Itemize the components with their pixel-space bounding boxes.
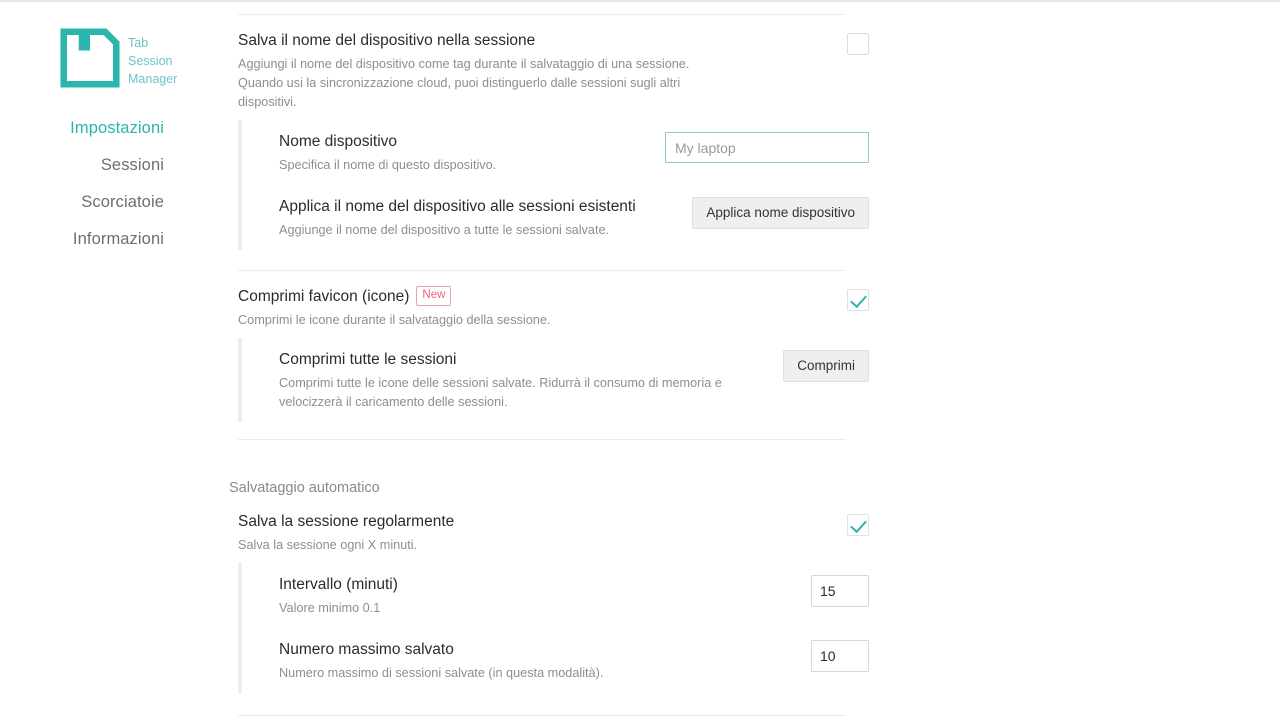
setting-description: Valore minimo 0.1 xyxy=(279,601,381,615)
settings-page: Tab Session Manager Impostazioni Session… xyxy=(0,0,1280,720)
brand-line-1: Tab xyxy=(128,36,149,50)
setting-title: Comprimi favicon (icone) New xyxy=(238,286,827,307)
brand-line-2: Session xyxy=(128,54,173,68)
checkbox-compress-favicon[interactable] xyxy=(847,289,869,311)
setting-description: Aggiunge il nome del dispositivo a tutte… xyxy=(279,223,610,237)
sidebar-item-label: Informazioni xyxy=(72,230,164,248)
setting-title-text: Applica il nome del dispositivo alle ses… xyxy=(279,198,636,215)
status-badge-new: New xyxy=(416,286,452,306)
setting-description: Salva la sessione ogni X minuti. xyxy=(238,538,418,552)
setting-row-save-device-name: Salva il nome del dispositivo nella sess… xyxy=(229,15,869,120)
setting-description: Numero massimo di sessioni salvate (in q… xyxy=(279,666,604,680)
row-texts: Salva il nome del dispositivo nella sess… xyxy=(238,31,827,112)
divider-after-favicon xyxy=(238,439,846,440)
setting-row-device-name: Nome dispositivo Specifica il nome di qu… xyxy=(238,120,869,185)
row-control xyxy=(811,575,869,607)
row-control: Applica nome dispositivo xyxy=(692,197,869,229)
sidebar: Tab Session Manager Impostazioni Session… xyxy=(0,2,200,720)
setting-title: Nome dispositivo xyxy=(279,132,645,152)
setting-row-apply-device-name: Applica il nome del dispositivo alle ses… xyxy=(238,185,869,250)
setting-title: Intervallo (minuti) xyxy=(279,575,791,595)
setting-description: Specifica il nome di questo dispositivo. xyxy=(279,158,497,172)
section-device-name: Salva il nome del dispositivo nella sess… xyxy=(229,15,869,250)
setting-title: Numero massimo salvato xyxy=(279,640,791,660)
setting-description: Comprimi tutte le icone delle sessioni s… xyxy=(279,376,722,409)
sidebar-item-label: Sessioni xyxy=(100,156,164,174)
sidebar-item-sessioni[interactable]: Sessioni xyxy=(0,147,200,184)
brand-line-3: Manager xyxy=(128,72,178,86)
row-texts: Intervallo (minuti) Valore minimo 0.1 xyxy=(279,575,791,618)
divider-bottom xyxy=(238,715,846,716)
setting-row-compress-all-sessions: Comprimi tutte le sessioni Comprimi tutt… xyxy=(238,338,869,422)
sidebar-item-scorciatoie[interactable]: Scorciatoie xyxy=(0,184,200,221)
floppy-disk-icon xyxy=(60,28,120,88)
row-control xyxy=(665,132,869,163)
setting-title: Salva il nome del dispositivo nella sess… xyxy=(238,31,827,51)
interval-minutes-input[interactable] xyxy=(811,575,869,607)
setting-title: Applica il nome del dispositivo alle ses… xyxy=(279,197,672,217)
setting-title-text: Numero massimo salvato xyxy=(279,641,454,658)
row-control: Comprimi xyxy=(783,350,869,382)
setting-title: Comprimi tutte le sessioni xyxy=(279,350,763,370)
row-control xyxy=(847,512,869,538)
sidebar-item-impostazioni[interactable]: Impostazioni xyxy=(0,110,200,147)
sidebar-item-informazioni[interactable]: Informazioni xyxy=(0,221,200,258)
setting-title-text: Nome dispositivo xyxy=(279,133,398,150)
max-saved-input[interactable] xyxy=(811,640,869,672)
setting-row-save-regularly: Salva la sessione regolarmente Salva la … xyxy=(229,508,869,563)
checkbox-save-regularly[interactable] xyxy=(847,514,869,536)
group-title-autosave: Salvataggio automatico xyxy=(229,480,380,496)
setting-title-text: Salva la sessione regolarmente xyxy=(238,513,455,530)
sidebar-item-label: Scorciatoie xyxy=(81,193,164,211)
setting-title-text: Comprimi tutte le sessioni xyxy=(279,351,457,368)
row-texts: Applica il nome del dispositivo alle ses… xyxy=(279,197,672,240)
apply-device-name-button[interactable]: Applica nome dispositivo xyxy=(692,197,869,229)
section-autosave: Salvataggio automatico Salva la sessione… xyxy=(229,480,869,693)
checkbox-save-device-name[interactable] xyxy=(847,33,869,55)
setting-description: Aggiungi il nome del dispositivo come ta… xyxy=(238,57,690,109)
sidebar-nav: Impostazioni Sessioni Scorciatoie Inform… xyxy=(0,110,200,258)
row-texts: Nome dispositivo Specifica il nome di qu… xyxy=(279,132,645,175)
setting-row-compress-favicon: Comprimi favicon (icone) New Comprimi le… xyxy=(229,271,869,338)
row-texts: Comprimi tutte le sessioni Comprimi tutt… xyxy=(279,350,763,412)
setting-description: Comprimi le icone durante il salvataggio… xyxy=(238,313,551,327)
setting-title-text: Comprimi favicon (icone) xyxy=(238,288,410,305)
sidebar-item-label: Impostazioni xyxy=(70,119,164,137)
setting-title-text: Salva il nome del dispositivo nella sess… xyxy=(238,32,536,49)
setting-title-text: Intervallo (minuti) xyxy=(279,576,398,593)
row-texts: Salva la sessione regolarmente Salva la … xyxy=(238,512,827,555)
setting-row-max-saved: Numero massimo salvato Numero massimo di… xyxy=(238,628,869,693)
brand-wordmark: Tab Session Manager xyxy=(128,28,190,88)
row-control xyxy=(847,31,869,57)
setting-title: Salva la sessione regolarmente xyxy=(238,512,827,532)
setting-row-interval: Intervallo (minuti) Valore minimo 0.1 xyxy=(238,563,869,628)
row-texts: Comprimi favicon (icone) New Comprimi le… xyxy=(238,286,827,330)
settings-content: Salva il nome del dispositivo nella sess… xyxy=(200,2,1280,720)
row-control xyxy=(847,287,869,313)
compress-button[interactable]: Comprimi xyxy=(783,350,869,382)
row-control xyxy=(811,640,869,672)
app-brand: Tab Session Manager xyxy=(0,28,200,88)
device-name-input[interactable] xyxy=(665,132,869,163)
row-texts: Numero massimo salvato Numero massimo di… xyxy=(279,640,791,683)
section-favicon: Comprimi favicon (icone) New Comprimi le… xyxy=(229,271,869,422)
